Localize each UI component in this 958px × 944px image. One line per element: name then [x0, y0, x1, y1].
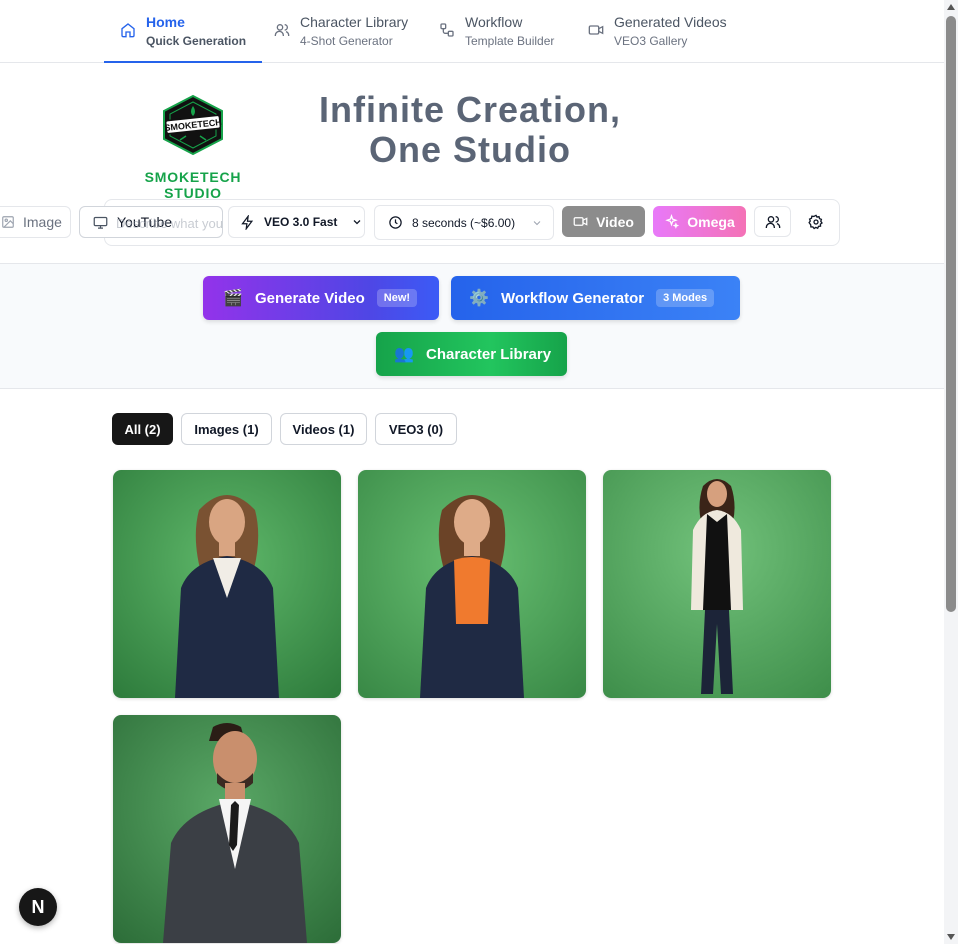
lightning-icon [241, 214, 254, 230]
new-badge: New! [376, 289, 418, 307]
image-icon [2, 216, 14, 228]
brand-logo: SMOKETECH SMOKETECH STUDIO [118, 94, 268, 201]
video-button-label: Video [596, 213, 634, 230]
users-icon [274, 24, 290, 36]
omega-button[interactable]: Omega [653, 206, 746, 237]
nav-tab-title: Character Library [300, 14, 409, 30]
nav-tab-home[interactable]: Home Quick Generation [103, 0, 263, 63]
clapperboard-icon: 🎬 [223, 290, 243, 307]
nav-tab-title: Workflow [465, 14, 523, 30]
scroll-up-arrow-icon[interactable] [947, 4, 955, 10]
filter-label: Videos (1) [292, 421, 355, 437]
portrait-image [113, 715, 341, 943]
sparkles-icon [665, 214, 680, 229]
gallery-item[interactable] [113, 715, 341, 943]
people-icon: 👥 [394, 346, 414, 363]
gallery-item[interactable] [358, 470, 586, 698]
duration-select-value: 8 seconds (~$6.00) [412, 215, 516, 230]
chevron-down-icon [533, 220, 541, 225]
top-navigation: Home Quick Generation Character Library … [0, 0, 944, 63]
nav-tab-subtitle: Template Builder [465, 33, 555, 48]
video-camera-icon [573, 217, 588, 226]
video-button[interactable]: Video [562, 206, 645, 237]
brand-name: SMOKETECH STUDIO [144, 169, 242, 201]
filter-label: VEO3 (0) [388, 421, 444, 437]
image-mode-label: Image [23, 214, 62, 230]
model-select-value: VEO 3.0 Fast [264, 215, 338, 229]
workflow-generator-label: Workflow Generator [501, 289, 645, 307]
smoketech-logo-icon: SMOKETECH [163, 94, 223, 156]
gear-icon [807, 213, 823, 229]
video-camera-icon [588, 25, 604, 35]
gear-icon: ⚙️ [469, 290, 489, 307]
nav-tab-title: Generated Videos [614, 14, 727, 30]
nav-tab-subtitle: 4-Shot Generator [300, 33, 393, 48]
portrait-image [113, 470, 341, 698]
gallery-item[interactable] [603, 470, 831, 698]
title-line-2: One Studio [369, 129, 571, 170]
nextjs-badge[interactable]: N [19, 888, 57, 926]
model-select[interactable]: VEO 3.0 Fast [228, 206, 365, 238]
generate-video-button[interactable]: 🎬 Generate Video New! [203, 276, 439, 320]
omega-button-label: Omega [687, 213, 735, 230]
nav-tab-generated-videos[interactable]: Generated Videos VEO3 Gallery [588, 0, 727, 62]
title-line-1: Infinite Creation, [318, 89, 621, 130]
scrollbar-thumb[interactable] [946, 16, 956, 612]
characters-button[interactable] [754, 206, 791, 237]
home-icon [121, 23, 135, 38]
nav-tab-character-library[interactable]: Character Library 4-Shot Generator [274, 0, 408, 62]
clock-icon [389, 216, 402, 229]
character-library-label: Character Library [426, 345, 552, 363]
filter-all[interactable]: All (2) [112, 413, 173, 445]
scroll-down-arrow-icon[interactable] [947, 934, 955, 940]
duration-select[interactable]: 8 seconds (~$6.00) [374, 205, 554, 240]
settings-button[interactable] [797, 206, 834, 237]
nav-tab-workflow[interactable]: Workflow Template Builder [439, 0, 554, 62]
workflow-generator-button[interactable]: ⚙️ Workflow Generator 3 Modes [451, 276, 740, 320]
chevron-down-icon [353, 220, 361, 225]
gallery-item[interactable] [113, 470, 341, 698]
portrait-image [358, 470, 586, 698]
users-icon [765, 215, 780, 228]
filter-veo3[interactable]: VEO3 (0) [375, 413, 457, 445]
nav-tab-title: Home [146, 14, 185, 30]
image-mode-button[interactable]: Image [0, 206, 71, 238]
filter-label: All (2) [124, 421, 161, 437]
monitor-icon [93, 216, 108, 229]
portrait-image [603, 470, 831, 698]
workflow-icon [440, 23, 454, 37]
nav-tab-subtitle: Quick Generation [146, 33, 247, 48]
nav-tab-subtitle: VEO3 Gallery [614, 33, 688, 48]
filter-images[interactable]: Images (1) [181, 413, 272, 445]
filter-videos[interactable]: Videos (1) [280, 413, 367, 445]
generate-video-label: Generate Video [255, 289, 365, 307]
prompt-input[interactable]: Describe what you [116, 216, 223, 231]
page-title: Infinite Creation, One Studio [290, 90, 650, 170]
filter-label: Images (1) [194, 421, 259, 437]
modes-badge: 3 Modes [656, 289, 715, 307]
character-library-button[interactable]: 👥 Character Library [376, 332, 567, 376]
